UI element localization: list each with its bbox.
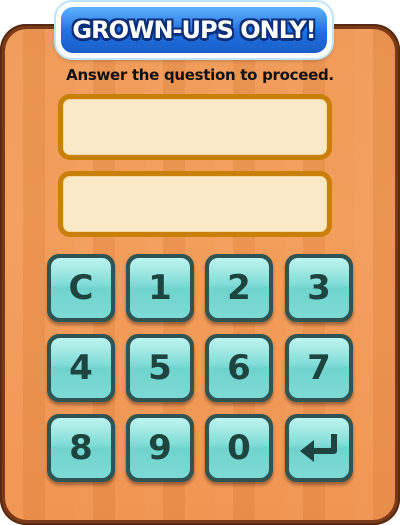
key-7[interactable]: 7 xyxy=(285,334,353,402)
key-5-label: 5 xyxy=(130,338,190,398)
prompt-text: Answer the question to proceed. xyxy=(66,66,334,84)
key-2[interactable]: 2 xyxy=(205,254,273,322)
key-0-label: 0 xyxy=(209,418,269,478)
key-3[interactable]: 3 xyxy=(285,254,353,322)
key-5[interactable]: 5 xyxy=(126,334,194,402)
key-2-label: 2 xyxy=(209,258,269,318)
key-0[interactable]: 0 xyxy=(205,414,273,482)
key-9-label: 9 xyxy=(130,418,190,478)
key-clear-label: C xyxy=(51,258,111,318)
key-7-label: 7 xyxy=(289,338,349,398)
key-8-label: 8 xyxy=(51,418,111,478)
key-4[interactable]: 4 xyxy=(47,334,115,402)
key-3-label: 3 xyxy=(289,258,349,318)
key-enter-face xyxy=(289,418,349,478)
enter-arrow-icon xyxy=(300,434,337,462)
key-9[interactable]: 9 xyxy=(126,414,194,482)
question-field xyxy=(58,94,332,160)
key-4-label: 4 xyxy=(51,338,111,398)
banner-title: GROWN-UPS ONLY! xyxy=(72,16,316,44)
title-banner-inner: GROWN-UPS ONLY! xyxy=(61,7,327,53)
answer-field[interactable] xyxy=(58,171,332,237)
title-banner: GROWN-UPS ONLY! xyxy=(56,2,332,58)
key-1-label: 1 xyxy=(130,258,190,318)
key-1[interactable]: 1 xyxy=(126,254,194,322)
key-8[interactable]: 8 xyxy=(47,414,115,482)
key-6-label: 6 xyxy=(209,338,269,398)
key-clear[interactable]: C xyxy=(47,254,115,322)
key-enter[interactable] xyxy=(285,414,353,482)
key-6[interactable]: 6 xyxy=(205,334,273,402)
